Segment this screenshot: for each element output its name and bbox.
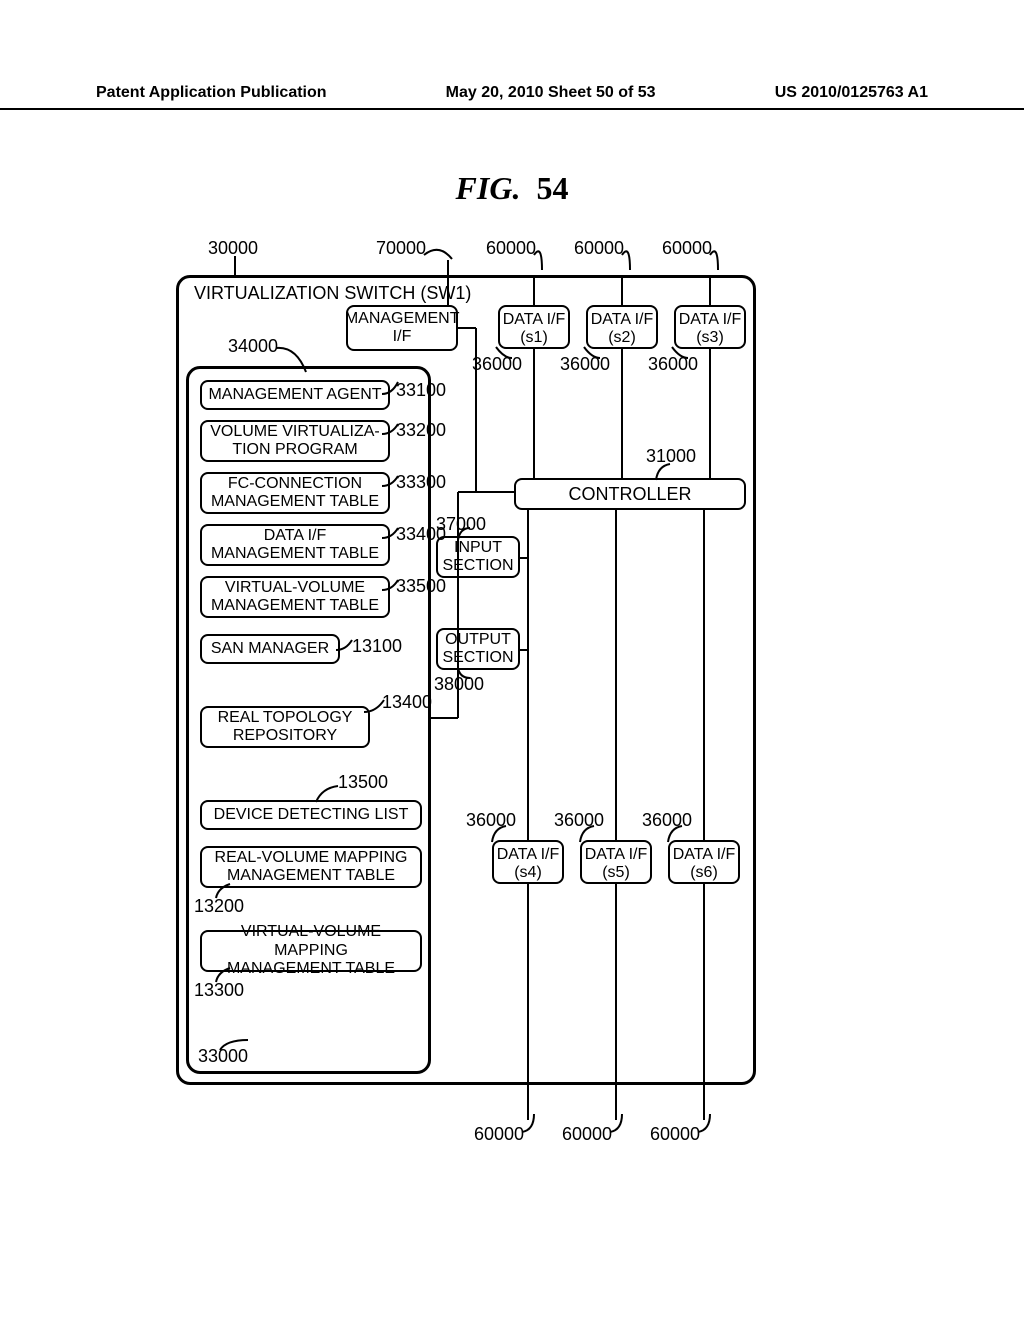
lead-60000-s4a	[522, 1114, 540, 1134]
lead-36000-s6a	[668, 826, 692, 844]
lead-60000-s6a	[698, 1114, 716, 1134]
lead-33100	[382, 380, 402, 396]
lead-13500	[316, 786, 340, 804]
lead-13200	[216, 884, 234, 902]
page-header: Patent Application Publication May 20, 2…	[0, 84, 1024, 110]
lead-33300	[382, 474, 402, 488]
lead-30000	[228, 256, 242, 280]
figure-title: FIG. 54	[0, 170, 1024, 207]
ref-33200: 33200	[396, 420, 446, 441]
header-center: May 20, 2010 Sheet 50 of 53	[446, 84, 656, 102]
ref-60000-s4: 60000	[474, 1124, 524, 1145]
ref-13400: 13400	[382, 692, 432, 713]
lead-70000	[424, 245, 454, 265]
ref-60000-s6: 60000	[650, 1124, 700, 1145]
lead-36000-s4a	[492, 826, 516, 844]
ref-33300: 33300	[396, 472, 446, 493]
header-left: Patent Application Publication	[96, 84, 327, 102]
header-right: US 2010/0125763 A1	[775, 84, 928, 102]
ref-13500: 13500	[338, 772, 388, 793]
ref-33500: 33500	[396, 576, 446, 597]
ref-60000-s5: 60000	[562, 1124, 612, 1145]
ref-33100: 33100	[396, 380, 446, 401]
figure-prefix: FIG.	[456, 170, 521, 206]
lead-13100	[336, 638, 356, 652]
ref-34000: 34000	[228, 336, 278, 357]
lead-36000-s2a	[584, 344, 608, 360]
lead-33000	[220, 1038, 250, 1052]
lead-31000	[656, 464, 680, 482]
lead-13400	[364, 698, 388, 714]
lead-38000	[458, 666, 476, 680]
ref-60000-s1: 60000	[486, 238, 536, 259]
ref-70000: 70000	[376, 238, 426, 259]
ref-13100: 13100	[352, 636, 402, 657]
lead-33400	[382, 526, 402, 540]
lead-33200	[382, 422, 402, 436]
lead-13300	[216, 968, 234, 986]
lead-37000	[458, 528, 476, 542]
lead-60000-s3	[710, 245, 730, 270]
lead-33500	[382, 578, 402, 592]
ref-33400: 33400	[396, 524, 446, 545]
lead-60000-s1	[534, 245, 554, 270]
ref-60000-s2: 60000	[574, 238, 624, 259]
lead-36000-s3a	[672, 344, 696, 360]
lead-36000-s5a	[580, 826, 604, 844]
diagram: VIRTUALIZATION SWITCH (SW1) MANAGEMENT A…	[176, 220, 806, 1220]
ref-60000-s3: 60000	[662, 238, 712, 259]
lead-34000	[276, 336, 316, 376]
lead-60000-s5a	[610, 1114, 628, 1134]
lead-36000-s1a	[496, 344, 520, 360]
figure-number: 54	[536, 170, 568, 206]
lead-60000-s2	[622, 245, 642, 270]
